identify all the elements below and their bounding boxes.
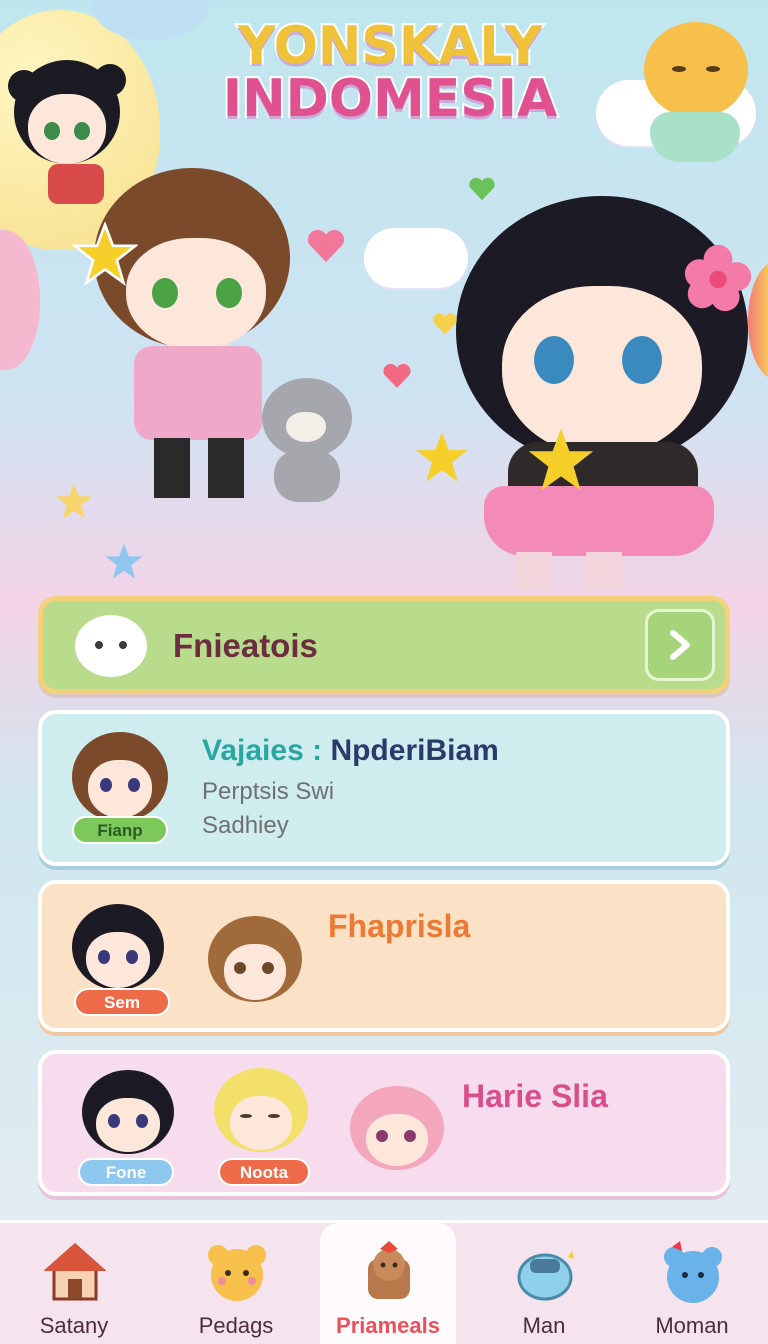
chibi-avatar-dark — [80, 1068, 176, 1160]
bottom-tab-bar: Satany Pedags Priameals Man Moman — [0, 1220, 768, 1344]
tab-pedags[interactable]: Pedags — [168, 1223, 304, 1344]
tab-label: Man — [522, 1313, 566, 1338]
tab-priameals[interactable]: Priameals — [320, 1223, 456, 1344]
chibi-avatar-blonde — [212, 1066, 312, 1158]
heart-icon — [307, 229, 345, 262]
title-main: NpderiBiam — [330, 734, 499, 767]
status-badge: Fone — [78, 1158, 174, 1186]
tab-label: Priameals — [336, 1313, 440, 1338]
tab-moman[interactable]: Moman — [624, 1223, 760, 1344]
blue-bear-icon — [664, 1241, 722, 1303]
open-button[interactable] — [645, 609, 715, 681]
list-item-featured[interactable]: Fnieatois — [38, 596, 730, 694]
title-line-2: INDOMESIA — [221, 69, 560, 130]
list-item-group[interactable]: Sem Fhaprisla — [38, 880, 730, 1032]
heart-icon — [433, 313, 457, 335]
tab-satany[interactable]: Satany — [6, 1223, 142, 1344]
star-icon — [72, 222, 138, 287]
heart-icon — [469, 177, 495, 201]
chibi-girl-large — [456, 196, 756, 590]
pink-balloon-left — [0, 230, 40, 370]
house-icon — [44, 1242, 106, 1301]
star-icon — [105, 543, 143, 579]
list-item-title: Harie Slia — [462, 1078, 608, 1114]
chibi-avatar-dark — [70, 902, 166, 998]
chevron-right-icon — [670, 630, 690, 660]
list-item-subtitle: Sadhiey — [202, 812, 289, 839]
list-item-profile[interactable]: Fianp Vajaies : NpderiBiam Perptsis Swi … — [38, 710, 730, 866]
chibi-avatar-brown — [206, 914, 306, 1010]
tab-label: Pedags — [198, 1313, 274, 1338]
grey-bear-plush — [252, 368, 362, 508]
list-item-title: Vajaies : NpderiBiam — [202, 734, 499, 768]
star-icon — [416, 432, 468, 482]
list-item-subtitle: Perptsis Swi — [202, 778, 335, 805]
chibi-avatar-pink — [348, 1084, 448, 1174]
status-badge: Fianp — [72, 816, 168, 844]
chibi-avatar-brown — [70, 728, 170, 828]
star-icon — [55, 483, 93, 519]
tab-man[interactable]: Man — [476, 1223, 612, 1344]
title-accent: Vajaies : — [202, 734, 323, 767]
list-item-group[interactable]: Fone Noota Harie Slia — [38, 1050, 730, 1196]
heart-icon — [383, 363, 411, 388]
held-star-icon — [528, 428, 594, 491]
app-title: YONSKALY INDOMESIA — [200, 16, 580, 130]
character-bag-icon — [368, 1241, 410, 1299]
bear-face-icon — [208, 1245, 266, 1301]
cat-avatar — [69, 609, 153, 687]
flower-hairclip-icon — [684, 244, 752, 312]
list-item-title: Fnieatois — [173, 627, 318, 664]
status-badge: Sem — [74, 988, 170, 1016]
tab-label: Moman — [655, 1313, 729, 1338]
list-item-title: Fhaprisla — [328, 908, 471, 944]
cat-mascot — [630, 8, 760, 188]
status-badge: Noota — [218, 1158, 310, 1186]
title-line-1: YONSKALY — [236, 16, 544, 76]
tab-label: Satany — [39, 1313, 109, 1338]
hero-banner: YONSKALY INDOMESIA — [0, 0, 768, 590]
cloud-smile — [364, 228, 468, 288]
bath-tub-icon — [517, 1251, 574, 1301]
